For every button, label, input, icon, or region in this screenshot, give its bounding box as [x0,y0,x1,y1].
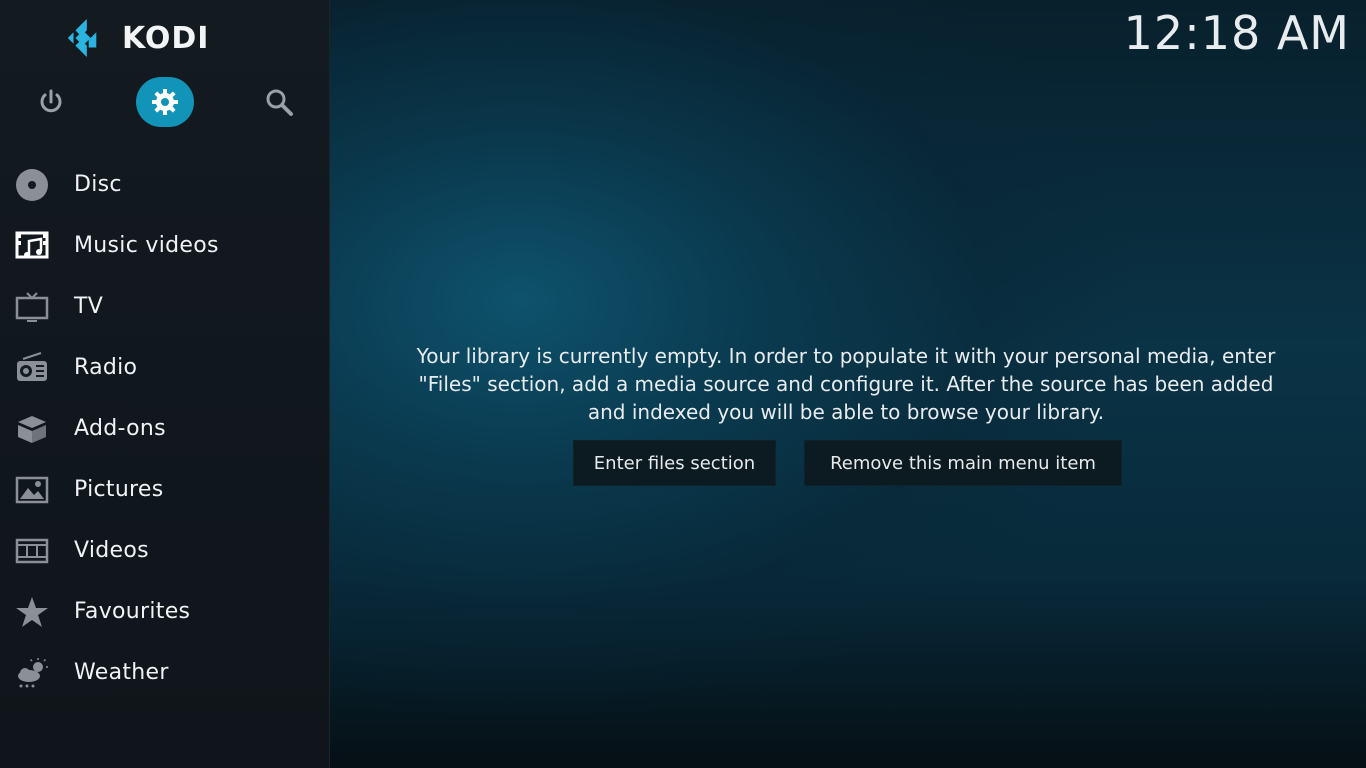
menu-item-music-videos[interactable]: Music videos [0,215,330,276]
menu-item-label: Add-ons [74,416,166,441]
menu-item-videos[interactable]: Videos [0,520,330,581]
menu-item-radio[interactable]: Radio [0,337,330,398]
menu-item-disc[interactable]: Disc [0,154,330,215]
search-icon [266,89,293,116]
menu-item-weather[interactable]: Weather [0,642,330,703]
menu-item-label: Radio [74,355,138,380]
empty-library-message: Your library is currently empty. In orde… [370,342,1322,426]
kodi-logo: KODI [64,18,209,58]
power-button[interactable] [22,77,80,127]
settings-button[interactable] [136,77,194,127]
menu-item-label: Videos [74,538,149,563]
search-button[interactable] [250,77,308,127]
message-line: Your library is currently empty. In orde… [416,344,1276,368]
remove-menu-item-button[interactable]: Remove this main menu item [804,440,1122,486]
film-icon [14,533,50,569]
star-icon [14,594,50,630]
disc-icon [14,167,50,203]
power-icon [40,89,62,113]
radio-icon [14,350,50,386]
menu-item-tv[interactable]: TV [0,276,330,337]
main-menu: Disc Music videos TV Radio Add-ons Pictu… [0,154,330,703]
message-line: "Files" section, add a media source and … [418,372,1274,396]
enter-files-button[interactable]: Enter files section [573,440,776,486]
clock: 12:18 AM [1123,6,1350,60]
menu-item-label: TV [74,294,104,319]
menu-item-label: Disc [74,172,122,197]
kodi-logo-icon [67,19,97,57]
music-video-icon [14,228,50,264]
menu-item-favourites[interactable]: Favourites [0,581,330,642]
app-name: KODI [122,20,210,56]
gear-icon [152,89,178,115]
message-line: and indexed you will be able to browse y… [587,400,1105,424]
menu-item-label: Favourites [74,599,191,624]
tv-icon [14,289,50,325]
menu-item-label: Music videos [74,233,219,258]
action-buttons: Enter files section Remove this main men… [0,440,1366,486]
menu-item-label: Weather [74,660,169,685]
weather-icon [14,655,50,691]
sidebar: KODI Disc Music videos TV Radio Add-ons … [0,0,330,768]
